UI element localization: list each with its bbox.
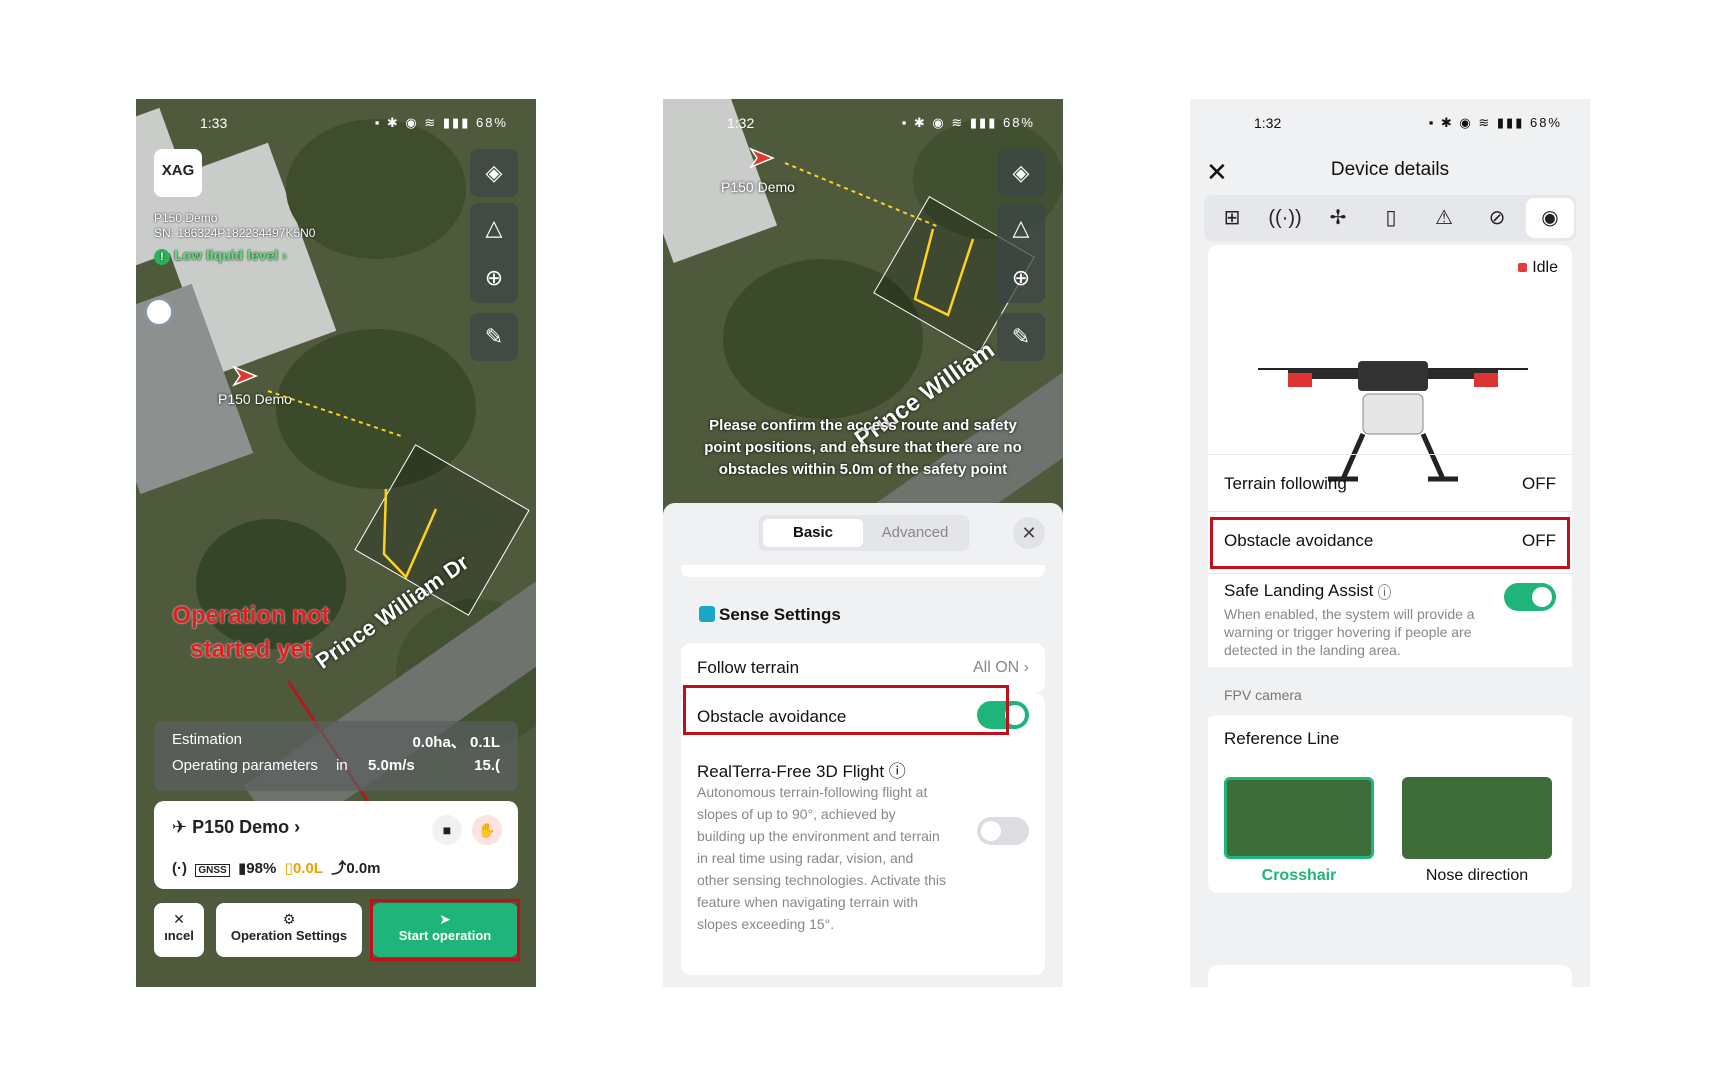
- device-card[interactable]: ✈ P150 Demo › ■ ✋ (·) GNSS ▮98% ▯0.0L ⤴0…: [154, 801, 518, 889]
- tab-battery-icon[interactable]: ▯: [1367, 195, 1415, 241]
- next-card: [1208, 965, 1572, 987]
- cancel-button[interactable]: ✕ ıncel: [154, 903, 204, 957]
- serial-number: SN: 186324P182234497K5N0: [154, 226, 316, 240]
- speed-value: 5.0m/s: [368, 757, 415, 774]
- liquid-icon: ▯: [284, 860, 293, 877]
- drone-marker-icon[interactable]: [749, 147, 775, 169]
- layers-button[interactable]: ◈: [997, 149, 1045, 197]
- tab-overview-icon[interactable]: ⊞: [1208, 195, 1256, 241]
- access-route: [267, 390, 405, 438]
- safe-landing-description: When enabled, the system will provide a …: [1224, 606, 1475, 658]
- navigation-icon[interactable]: △: [470, 203, 518, 253]
- status-badge: Idle: [1518, 259, 1558, 277]
- safe-landing-label: Safe Landing Assist i: [1224, 581, 1391, 601]
- drone-avatar-icon: ✈: [172, 817, 188, 837]
- tab-propeller-icon[interactable]: ✢: [1314, 195, 1362, 241]
- safety-banner: Please confirm the access route and safe…: [704, 417, 1022, 478]
- close-icon: ✕: [173, 911, 185, 927]
- phone-sense-settings: 1:32 ▪ ✱ ◉ ≋ ▮▮▮ 68% P150 Demo ◈ △ ⊕ ✎ P…: [663, 99, 1063, 987]
- status-bar: 1:32 ▪ ✱ ◉ ≋ ▮▮▮ 68%: [1254, 115, 1562, 131]
- nose-direction-option[interactable]: [1402, 777, 1552, 859]
- measure-button[interactable]: ✎: [470, 313, 518, 361]
- gnss-badge: GNSS: [195, 864, 230, 877]
- tab-spray-icon[interactable]: ⚠: [1420, 195, 1468, 241]
- detail-tabs: ⊞ ((·)) ✢ ▯ ⚠ ⊘ ◉: [1204, 195, 1576, 241]
- chevron-right-icon: ›: [1023, 659, 1029, 676]
- reference-line-label: Reference Line: [1224, 729, 1340, 748]
- device-card-name[interactable]: ✈ P150 Demo ›: [172, 817, 300, 838]
- realterra-toggle[interactable]: [977, 817, 1029, 845]
- terrain-following-value: OFF: [1522, 474, 1556, 493]
- crosshair-option[interactable]: [1224, 777, 1374, 859]
- gear-icon: ⚙: [282, 911, 296, 927]
- locate-icon[interactable]: ⊕: [997, 253, 1045, 303]
- ruler-icon: ✎: [1011, 324, 1031, 349]
- measure-button[interactable]: ✎: [997, 313, 1045, 361]
- close-sheet-button[interactable]: ✕: [1013, 517, 1045, 549]
- realterra-label: RealTerra-Free 3D Flight ⓘ: [697, 762, 906, 781]
- access-route: [784, 162, 940, 228]
- alert-icon: !: [154, 249, 170, 265]
- sense-options-card: Obstacle avoidance RealTerra-Free 3D Fli…: [681, 693, 1045, 975]
- estimation-value: 0.0ha、 0.1L: [412, 734, 500, 751]
- ruler-icon: ✎: [484, 324, 504, 349]
- tab-signal-icon[interactable]: ((·)): [1261, 195, 1309, 241]
- status-bar: 1:33 ▪ ✱ ◉ ≋ ▮▮▮ 68%: [200, 115, 508, 131]
- header: ✕ Device details: [1190, 149, 1590, 199]
- camera-icon: ■: [442, 822, 452, 838]
- info-icon: i: [1378, 584, 1391, 600]
- tab-radar-icon[interactable]: ⊘: [1473, 195, 1521, 241]
- device-name: P150 Demo: [154, 211, 218, 225]
- map-control-group: △ ⊕: [470, 203, 518, 303]
- drone-marker-icon[interactable]: [232, 365, 258, 387]
- collapsed-card: [681, 565, 1045, 577]
- highlight-box: [370, 899, 520, 961]
- status-dot-icon: [1518, 263, 1528, 272]
- locate-icon[interactable]: ⊕: [470, 253, 518, 303]
- layers-icon: ◈: [1012, 160, 1030, 185]
- layers-button[interactable]: ◈: [470, 149, 518, 197]
- phone-device-details: 1:32 ▪ ✱ ◉ ≋ ▮▮▮ 68% ✕ Device details ⊞ …: [1190, 99, 1590, 987]
- navigation-icon[interactable]: △: [997, 203, 1045, 253]
- xag-logo[interactable]: XAG: [154, 149, 202, 197]
- status-bar: 1:32 ▪ ✱ ◉ ≋ ▮▮▮ 68%: [727, 115, 1035, 131]
- reference-line-card: Reference Line Crosshair Nose direction: [1208, 715, 1572, 893]
- estimation-label: Estimation: [172, 731, 243, 748]
- params-value: 15.(: [474, 757, 500, 774]
- operation-settings-button[interactable]: ⚙ Operation Settings: [216, 903, 362, 957]
- tab-vision-icon[interactable]: ◉: [1526, 198, 1574, 238]
- hand-icon: ✋: [478, 822, 496, 838]
- highlight-box: [683, 685, 1009, 735]
- highlight-box: [1210, 517, 1570, 569]
- params-label: Operating parameters: [172, 757, 318, 774]
- estimation-panel: Estimation 0.0ha、 0.1L Operating paramet…: [154, 721, 518, 791]
- settings-tabs: Basic Advanced: [759, 515, 969, 551]
- layers-icon: ◈: [485, 160, 503, 185]
- terrain-following-label: Terrain following: [1224, 474, 1347, 493]
- drone-info: P150 Demo SN: 186324P182234497K5N0: [154, 211, 315, 241]
- emergency-button[interactable]: ✋: [472, 815, 502, 845]
- device-stats: (·) GNSS ▮98% ▯0.0L ⤴0.0m: [172, 860, 381, 877]
- section-title: Sense Settings: [699, 605, 841, 625]
- phone-operation-screen: 1:33 ▪ ✱ ◉ ≋ ▮▮▮ 68% XAG P150 Demo SN: 1…: [136, 99, 536, 987]
- eye-icon: [699, 606, 715, 622]
- height-icon: ⤴: [331, 860, 347, 877]
- tab-basic[interactable]: Basic: [763, 519, 863, 547]
- location-pin-icon[interactable]: [144, 297, 174, 327]
- realterra-description: Autonomous terrain-following flight at s…: [697, 784, 947, 932]
- camera-button[interactable]: ■: [432, 815, 462, 845]
- crosshair-label: Crosshair: [1261, 867, 1337, 884]
- drone-image: [1258, 361, 1528, 482]
- fpv-section-label: FPV camera: [1224, 687, 1302, 703]
- tab-advanced[interactable]: Advanced: [865, 519, 965, 547]
- close-icon: ✕: [1021, 523, 1037, 543]
- low-liquid-alert[interactable]: ! Low liquid level ›: [154, 247, 287, 265]
- settings-sheet: Basic Advanced ✕ Sense Settings Follow t…: [663, 503, 1063, 987]
- annotation-text: Operation not started yet: [172, 602, 330, 663]
- map-control-group: △ ⊕: [997, 203, 1045, 303]
- page-title: Device details: [1330, 159, 1450, 180]
- nose-direction-label: Nose direction: [1425, 867, 1529, 884]
